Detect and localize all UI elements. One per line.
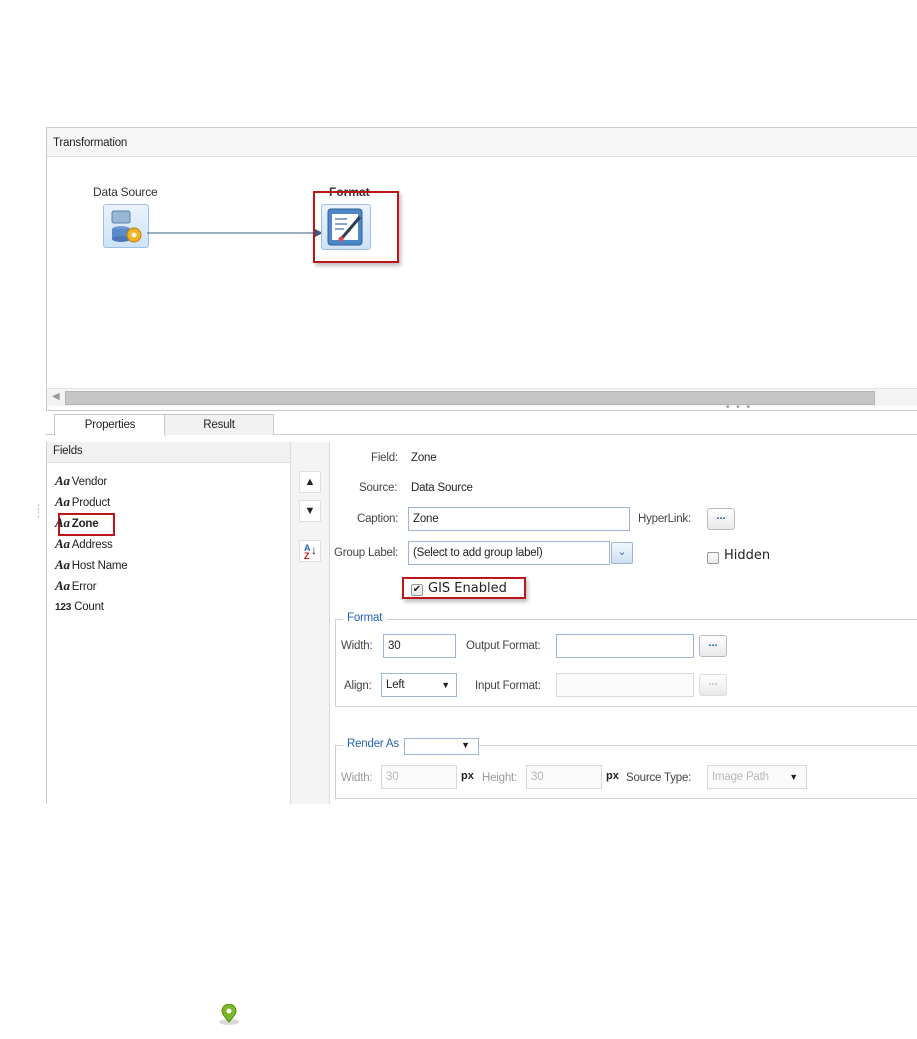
panel-resize-handle-icon[interactable]: ::	[37, 503, 41, 520]
output-format-ellipsis-button[interactable]: ...	[699, 635, 727, 657]
text-type-icon: Aa	[55, 578, 70, 593]
text-type-icon: Aa	[55, 494, 70, 509]
format-brush-icon	[327, 208, 363, 246]
align-label: Align:	[344, 680, 372, 692]
px-unit-label: px	[461, 770, 474, 782]
field-item-label: Product	[71, 497, 111, 509]
data-source-node-label: Data Source	[93, 185, 158, 199]
dropdown-arrow-icon: ▼	[461, 740, 470, 750]
dropdown-arrow-icon: ▼	[441, 680, 450, 690]
move-down-button[interactable]: ▼	[299, 500, 321, 522]
render-as-select[interactable]: ▼	[404, 738, 479, 755]
source-type-label: Source Type:	[626, 772, 692, 784]
field-value: Zone	[411, 452, 437, 464]
caption-input[interactable]: Zone	[408, 507, 630, 531]
format-legend: Format	[343, 612, 387, 624]
field-item-label: Host Name	[71, 560, 128, 572]
align-value: Left	[386, 679, 405, 691]
render-width-label: Width:	[341, 772, 373, 784]
px-unit-label-2: px	[606, 770, 619, 782]
horizontal-scrollbar[interactable]: ◀	[47, 388, 917, 406]
fields-header-label: Fields	[53, 445, 83, 457]
source-type-select: Image Path ▼	[707, 765, 807, 789]
fields-panel: Fields Aa Vendor Aa Product Aa Zone Aa Addre…	[46, 442, 290, 804]
tab-result[interactable]: Result	[164, 414, 274, 435]
text-type-icon: Aa	[55, 473, 70, 488]
database-gear-icon	[111, 210, 142, 243]
connector-arrow	[147, 229, 323, 237]
field-item-address[interactable]: Aa Address	[55, 535, 113, 556]
field-item-label: Zone	[71, 518, 99, 530]
field-item-product[interactable]: Aa Product	[55, 493, 110, 514]
input-format-ellipsis-button: ...	[699, 674, 727, 696]
field-item-label: Address	[71, 539, 113, 551]
scrollbar-thumb[interactable]	[65, 391, 875, 405]
transformation-panel: Transformation Data Source Format ◀	[46, 127, 917, 411]
field-item-host-name[interactable]: Aa Host Name	[55, 556, 128, 577]
output-format-input[interactable]	[556, 634, 694, 658]
format-width-input[interactable]: 30	[383, 634, 456, 658]
chevron-down-icon[interactable]: ⌄	[611, 542, 633, 564]
field-order-strip: ▲ ▼ A Z ↓	[290, 442, 330, 804]
transformation-header: Transformation	[47, 128, 917, 157]
render-width-input: 30	[381, 765, 457, 789]
render-height-input: 30	[526, 765, 602, 789]
hidden-label: Hidden	[724, 548, 771, 563]
check-mark-icon: ✔	[412, 584, 422, 595]
field-item-label: Vendor	[71, 476, 108, 488]
tab-bar: Properties Result	[46, 410, 917, 436]
format-node[interactable]	[321, 204, 371, 250]
text-type-icon: Aa	[55, 557, 70, 572]
hyperlink-ellipsis-button[interactable]: ...	[707, 508, 735, 530]
az-sort-icon-z: Z	[304, 551, 310, 561]
data-source-node[interactable]	[103, 204, 149, 248]
gis-enabled-checkbox[interactable]: ✔	[411, 584, 423, 596]
gis-enabled-label: GIS Enabled	[428, 581, 507, 596]
map-pin-icon	[219, 1004, 239, 1025]
az-sort-arrow-icon: ↓	[311, 543, 317, 557]
move-up-button[interactable]: ▲	[299, 471, 321, 493]
caption-label: Caption:	[357, 513, 399, 525]
field-item-count[interactable]: 123 Count	[55, 598, 104, 619]
scroll-left-icon[interactable]: ◀	[52, 391, 60, 402]
fields-header: Fields	[47, 442, 290, 463]
hidden-checkbox[interactable]	[707, 552, 719, 564]
dropdown-arrow-icon: ▼	[789, 772, 798, 782]
group-label-value: (Select to add group label)	[413, 547, 543, 559]
group-label-label: Group Label:	[334, 547, 399, 559]
output-format-label: Output Format:	[466, 640, 541, 652]
field-item-error[interactable]: Aa Error	[55, 577, 97, 598]
text-type-icon: Aa	[55, 536, 70, 551]
source-label: Source:	[359, 482, 398, 494]
format-width-label: Width:	[341, 640, 373, 652]
render-height-label: Height:	[482, 772, 518, 784]
field-label: Field:	[371, 452, 398, 464]
align-select[interactable]: Left ▼	[381, 673, 457, 697]
source-type-value: Image Path	[712, 771, 769, 783]
input-format-input	[556, 673, 694, 697]
sort-alphabetical-button[interactable]: A Z ↓	[299, 540, 321, 562]
source-value: Data Source	[411, 482, 473, 494]
field-item-label: Count	[74, 601, 104, 613]
transformation-title: Transformation	[53, 137, 128, 149]
field-item-vendor[interactable]: Aa Vendor	[55, 472, 107, 493]
input-format-label: Input Format:	[475, 680, 541, 692]
field-item-zone[interactable]: Aa Zone	[55, 514, 99, 535]
tab-properties[interactable]: Properties	[54, 414, 166, 436]
render-as-legend: Render As	[343, 738, 403, 750]
text-type-icon: Aa	[55, 515, 70, 530]
hyperlink-label: HyperLink:	[638, 513, 691, 525]
field-item-label: Error	[71, 581, 97, 593]
number-type-icon: 123	[55, 602, 72, 613]
group-label-select[interactable]: (Select to add group label)	[408, 541, 610, 565]
